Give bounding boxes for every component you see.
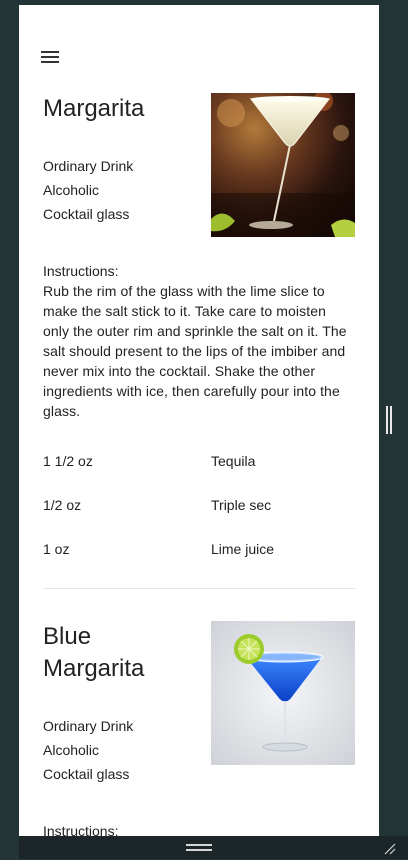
- ingredient-measure: 1 oz: [43, 541, 70, 557]
- drink-card-margarita: Margarita Ordinary Drink Alcoholic Cockt…: [43, 93, 355, 557]
- drink-title: Margarita: [43, 95, 145, 122]
- card-divider: [43, 588, 355, 589]
- ingredient-row: 1 oz Lime juice: [43, 539, 355, 559]
- ingredient-row: 1/2 oz Triple sec: [43, 495, 355, 515]
- ingredient-measure: 1/2 oz: [43, 497, 82, 513]
- drink-title: Blue Margarita: [43, 623, 145, 682]
- ingredient-measure: 1 1/2 oz: [43, 453, 93, 469]
- horizontal-resize-handle[interactable]: [186, 844, 212, 852]
- margarita-photo: [211, 93, 355, 237]
- drink-alcoholic: Alcoholic: [43, 182, 100, 198]
- drink-category: Ordinary Drink: [43, 718, 134, 734]
- ingredient-row: 1 1/2 oz Tequila: [43, 451, 355, 471]
- instructions-label: Instructions:: [43, 263, 119, 279]
- drink-meta: Ordinary Drink Alcoholic Cocktail glass: [43, 714, 203, 786]
- drink-meta: Ordinary Drink Alcoholic Cocktail glass: [43, 154, 203, 226]
- drink-alcoholic: Alcoholic: [43, 742, 100, 758]
- bottom-bar: [19, 836, 408, 859]
- ingredient-name: Lime juice: [211, 541, 275, 557]
- resize-grip-icon[interactable]: [384, 842, 396, 855]
- drink-glass: Cocktail glass: [43, 206, 130, 222]
- instructions-label: Instructions:: [43, 823, 119, 836]
- drink-card-blue-margarita: Blue Margarita Ordinary Drink Alcoholic …: [43, 621, 355, 836]
- drink-glass: Cocktail glass: [43, 766, 130, 782]
- ingredient-name: Triple sec: [211, 497, 272, 513]
- vertical-resize-handle[interactable]: [386, 406, 392, 434]
- drink-category: Ordinary Drink: [43, 158, 134, 174]
- ingredient-name: Tequila: [211, 453, 256, 469]
- hamburger-menu-icon[interactable]: [41, 49, 61, 65]
- app-viewport: Margarita Ordinary Drink Alcoholic Cockt…: [19, 5, 379, 836]
- blue-margarita-photo: [211, 621, 355, 765]
- instructions-text: Rub the rim of the glass with the lime s…: [43, 283, 347, 419]
